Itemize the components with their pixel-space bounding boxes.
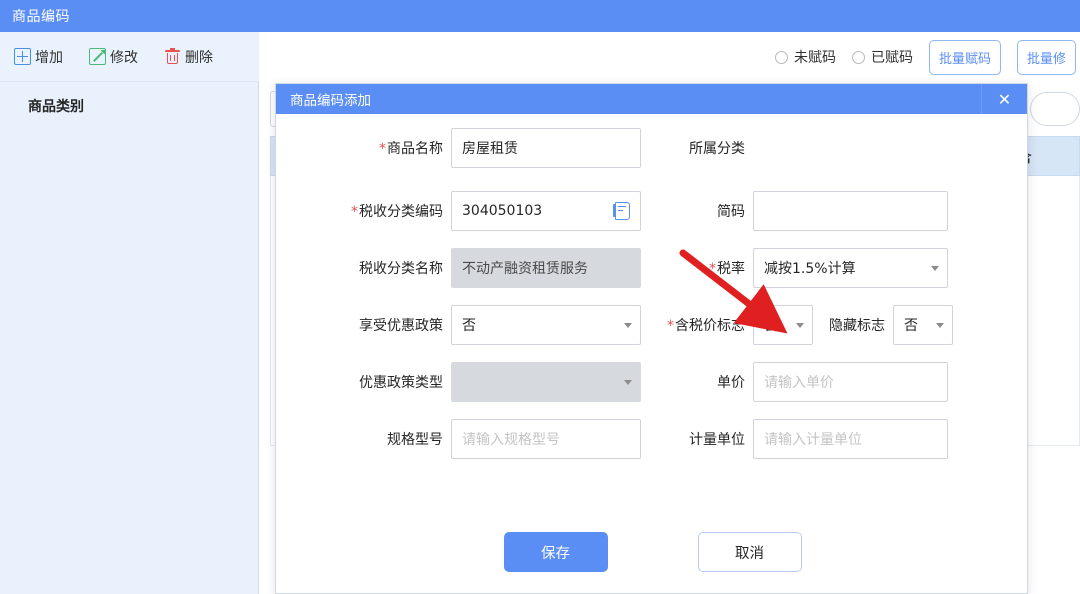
category-label: 所属分类 <box>689 141 745 157</box>
required-marker: * <box>709 260 716 277</box>
dialog-title-label: 商品编码添加 <box>290 93 371 109</box>
tax-inclusive-flag-value: 否 <box>764 317 778 334</box>
chevron-down-icon <box>624 322 632 328</box>
form-row-name: *商品名称 房屋租赁 所属分类 <box>276 114 1029 182</box>
required-marker: * <box>351 203 358 220</box>
form-row-spec: 规格型号 请输入规格型号 计量单位 请输入计量单位 <box>276 410 1029 467</box>
form-row-policytype: 优惠政策类型 单价 请输入单价 <box>276 353 1029 410</box>
dialog-footer: 保存 取消 <box>276 532 1029 572</box>
enjoy-policy-label: 享受优惠政策 <box>359 317 443 334</box>
window-title: 商品编码 <box>12 9 70 25</box>
edit-button[interactable]: 修改 <box>89 47 138 67</box>
measure-unit-input[interactable]: 请输入计量单位 <box>753 418 948 459</box>
hidden-flag-label: 隐藏标志 <box>829 317 885 334</box>
tax-rate-select[interactable]: 减按1.5%计算 <box>753 247 948 288</box>
edit-pencil-icon <box>89 48 106 65</box>
window-titlebar: 商品编码 <box>0 0 1080 32</box>
tax-inclusive-flag-label: *含税价标志 <box>667 317 745 334</box>
add-button[interactable]: 增加 <box>14 47 63 67</box>
trash-icon <box>164 48 181 65</box>
delete-button-label: 删除 <box>185 49 213 66</box>
radio-uncoded[interactable]: 未赋码 <box>774 47 836 67</box>
unit-price-input[interactable]: 请输入单价 <box>753 361 948 402</box>
batch-assign-code-button[interactable]: 批量赋码 <box>928 39 1001 75</box>
radio-coded-label: 已赋码 <box>870 50 913 66</box>
book-list-icon[interactable] <box>613 201 630 220</box>
hidden-flag-value: 否 <box>904 317 918 334</box>
product-name-label: *商品名称 <box>379 141 443 157</box>
form-row-taxcode: *税收分类编码 304050103 简码 <box>276 182 1029 239</box>
tax-class-code-input[interactable]: 304050103 <box>451 190 641 231</box>
sidebar: 商品类别 <box>0 82 259 594</box>
product-form: *商品名称 房屋租赁 所属分类 *税收分类编码 304050103 简码 税收分… <box>276 114 1029 467</box>
tax-class-name-label: 税收分类名称 <box>359 260 443 277</box>
edit-button-label: 修改 <box>110 49 138 66</box>
radio-uncoded-label: 未赋码 <box>793 50 836 66</box>
unit-price-label: 单价 <box>717 374 745 391</box>
chevron-down-icon <box>624 379 632 385</box>
dialog-body: *商品名称 房屋租赁 所属分类 *税收分类编码 304050103 简码 税收分… <box>276 114 1027 594</box>
dialog-titlebar: 商品编码添加 ✕ <box>276 84 1027 114</box>
measure-unit-label: 计量单位 <box>689 431 745 448</box>
delete-button[interactable]: 删除 <box>164 47 213 67</box>
plus-square-icon <box>14 48 31 65</box>
policy-type-select <box>451 361 641 402</box>
required-marker: * <box>379 141 386 157</box>
tax-class-code-label: *税收分类编码 <box>351 203 443 220</box>
hidden-flag-select[interactable]: 否 <box>893 304 953 345</box>
chevron-down-icon <box>796 322 804 328</box>
chevron-down-icon <box>936 322 944 328</box>
required-marker: * <box>667 317 674 334</box>
close-icon[interactable]: ✕ <box>981 84 1027 114</box>
product-name-input[interactable]: 房屋租赁 <box>451 128 641 168</box>
enjoy-policy-value: 否 <box>462 317 476 334</box>
tax-inclusive-flag-select[interactable]: 否 <box>753 304 813 345</box>
spec-model-label: 规格型号 <box>387 431 443 448</box>
short-code-label: 简码 <box>717 203 745 220</box>
app-root: 商品编码 增加 修改 删除 商品类别 未赋码 已赋码 批量赋码 批量修 商品编码… <box>0 0 1080 594</box>
tax-rate-value: 减按1.5%计算 <box>764 260 856 277</box>
sidebar-header-label: 商品类别 <box>28 99 84 115</box>
chevron-down-icon <box>931 265 939 271</box>
add-button-label: 增加 <box>35 49 63 66</box>
tax-rate-label: *税率 <box>709 260 745 277</box>
add-product-code-dialog: 商品编码添加 ✕ *商品名称 房屋租赁 所属分类 *税收分类编码 3040501… <box>275 83 1028 594</box>
form-row-policy: 享受优惠政策 否 *含税价标志 否 隐藏标志 否 <box>276 296 1029 353</box>
enjoy-policy-select[interactable]: 否 <box>451 304 641 345</box>
tax-class-code-value: 304050103 <box>462 202 543 219</box>
save-button[interactable]: 保存 <box>503 532 608 572</box>
spec-model-input[interactable]: 请输入规格型号 <box>451 418 641 459</box>
main-topbar: 未赋码 已赋码 批量赋码 批量修 <box>260 32 1080 82</box>
short-code-input[interactable] <box>753 190 948 231</box>
radio-circle-icon <box>851 50 865 64</box>
form-row-taxname: 税收分类名称 不动产融资租赁服务 *税率 减按1.5%计算 <box>276 239 1029 296</box>
tax-class-name-input: 不动产融资租赁服务 <box>451 247 641 288</box>
policy-type-label: 优惠政策类型 <box>359 374 443 391</box>
toolbar: 增加 修改 删除 <box>0 32 259 82</box>
batch-edit-button[interactable]: 批量修 <box>1016 39 1076 75</box>
search-action-button[interactable] <box>1030 92 1080 126</box>
radio-circle-icon <box>774 50 788 64</box>
cancel-button[interactable]: 取消 <box>697 532 802 572</box>
radio-coded[interactable]: 已赋码 <box>851 47 913 67</box>
